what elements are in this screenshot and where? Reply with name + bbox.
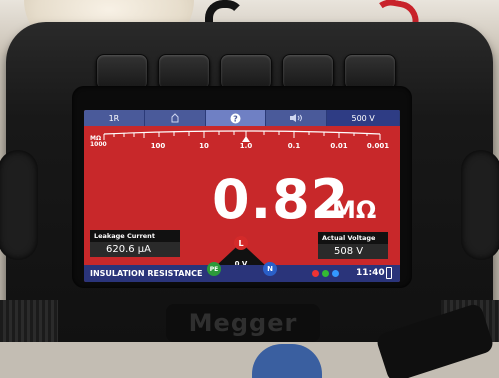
green-dot-icon: [322, 270, 329, 277]
brand-logo: Megger: [166, 304, 320, 342]
scale-label: 100: [150, 142, 166, 150]
soft-key-2[interactable]: [158, 54, 210, 90]
reading-unit: MΩ: [332, 196, 377, 224]
photo-scene: 1R ? 500 V MΩ 1000 100 10 1.0 0.1 0.01 0…: [0, 0, 499, 378]
scale-label: 10: [199, 142, 209, 150]
scale-label: 1.0: [239, 142, 253, 150]
pe-terminal-icon: PE: [207, 262, 221, 276]
lcd-screen: 1R ? 500 V MΩ 1000 100 10 1.0 0.1 0.01 0…: [84, 110, 400, 282]
leakage-label: Leakage Current: [90, 230, 180, 242]
soft-key-4[interactable]: [282, 54, 334, 90]
battery-icon: [386, 267, 392, 279]
soft-key-3[interactable]: [220, 54, 272, 90]
terminal-n-label: N: [267, 265, 273, 273]
scale-label: 0.001: [366, 142, 390, 150]
lead-status-dots: [312, 270, 339, 277]
soft-key-1[interactable]: [96, 54, 148, 90]
voltage-panel: Actual Voltage 508 V: [318, 232, 388, 259]
red-dot-icon: [312, 270, 319, 277]
test-mode-label: INSULATION RESISTANCE: [90, 269, 203, 278]
blue-dot-icon: [332, 270, 339, 277]
analog-scale: [103, 130, 381, 142]
soft-key-5[interactable]: [344, 54, 396, 90]
terminal-l-label: L: [238, 239, 243, 248]
resistance-reading: 0.82: [212, 168, 350, 231]
right-rotary-knob[interactable]: [461, 150, 499, 260]
leakage-panel: Leakage Current 620.6 μA: [90, 230, 180, 257]
scale-label: 0.1: [287, 142, 301, 150]
voltage-label: Actual Voltage: [318, 232, 388, 244]
left-rotary-knob[interactable]: [0, 150, 38, 260]
status-bar: INSULATION RESISTANCE 11:40: [84, 265, 400, 282]
clock: 11:40: [356, 268, 385, 278]
scale-label: 0.01: [330, 142, 348, 150]
leakage-value: 620.6 μA: [90, 242, 180, 257]
voltage-value: 508 V: [318, 244, 388, 259]
neutral-terminal-icon: N: [263, 262, 277, 276]
terminal-pe-label: PE: [209, 265, 219, 273]
